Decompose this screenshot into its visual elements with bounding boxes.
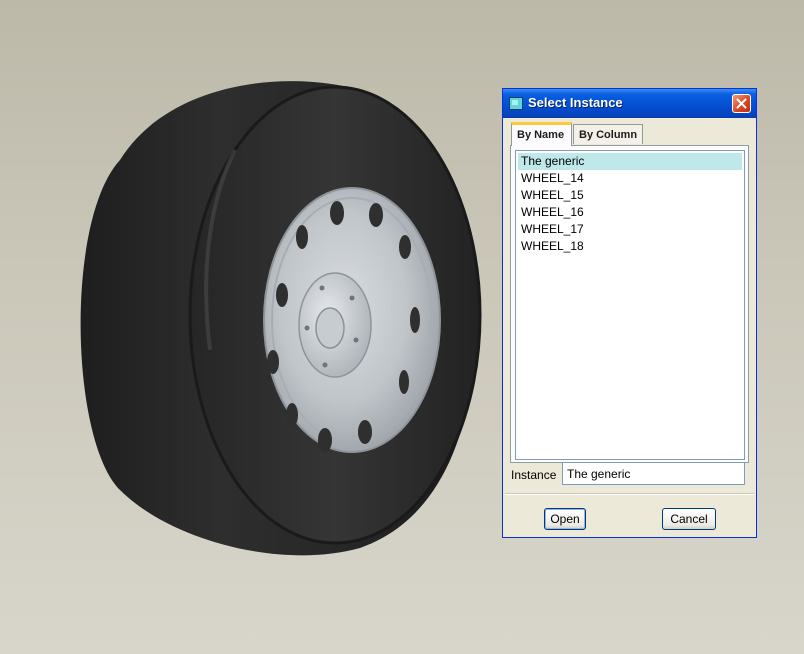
cancel-button[interactable]: Cancel [662, 508, 716, 530]
instance-label: Instance [511, 468, 557, 482]
instance-list[interactable]: The generic WHEEL_14 WHEEL_15 WHEEL_16 W… [515, 150, 745, 460]
tab-panel: The generic WHEEL_14 WHEEL_15 WHEEL_16 W… [510, 145, 749, 463]
list-item[interactable]: WHEEL_14 [518, 170, 742, 187]
button-divider [505, 493, 754, 495]
window-app-icon [509, 97, 523, 110]
instance-input[interactable] [562, 462, 745, 485]
tab-by-name[interactable]: By Name [511, 122, 572, 146]
dialog-titlebar[interactable]: Select Instance [503, 89, 756, 118]
list-item[interactable]: WHEEL_18 [518, 238, 742, 255]
list-item[interactable]: The generic [518, 153, 742, 170]
close-x-icon [736, 98, 747, 109]
wheel-3d-model[interactable] [60, 70, 500, 560]
dialog-title: Select Instance [528, 95, 623, 110]
list-item[interactable]: WHEEL_16 [518, 204, 742, 221]
list-item[interactable]: WHEEL_15 [518, 187, 742, 204]
select-instance-dialog[interactable]: Select Instance By Name By Column The ge… [502, 88, 757, 538]
open-button[interactable]: Open [544, 508, 586, 530]
list-item[interactable]: WHEEL_17 [518, 221, 742, 238]
tab-by-column[interactable]: By Column [573, 124, 643, 144]
cad-viewport[interactable]: Select Instance By Name By Column The ge… [0, 0, 804, 654]
close-button[interactable] [732, 94, 751, 113]
